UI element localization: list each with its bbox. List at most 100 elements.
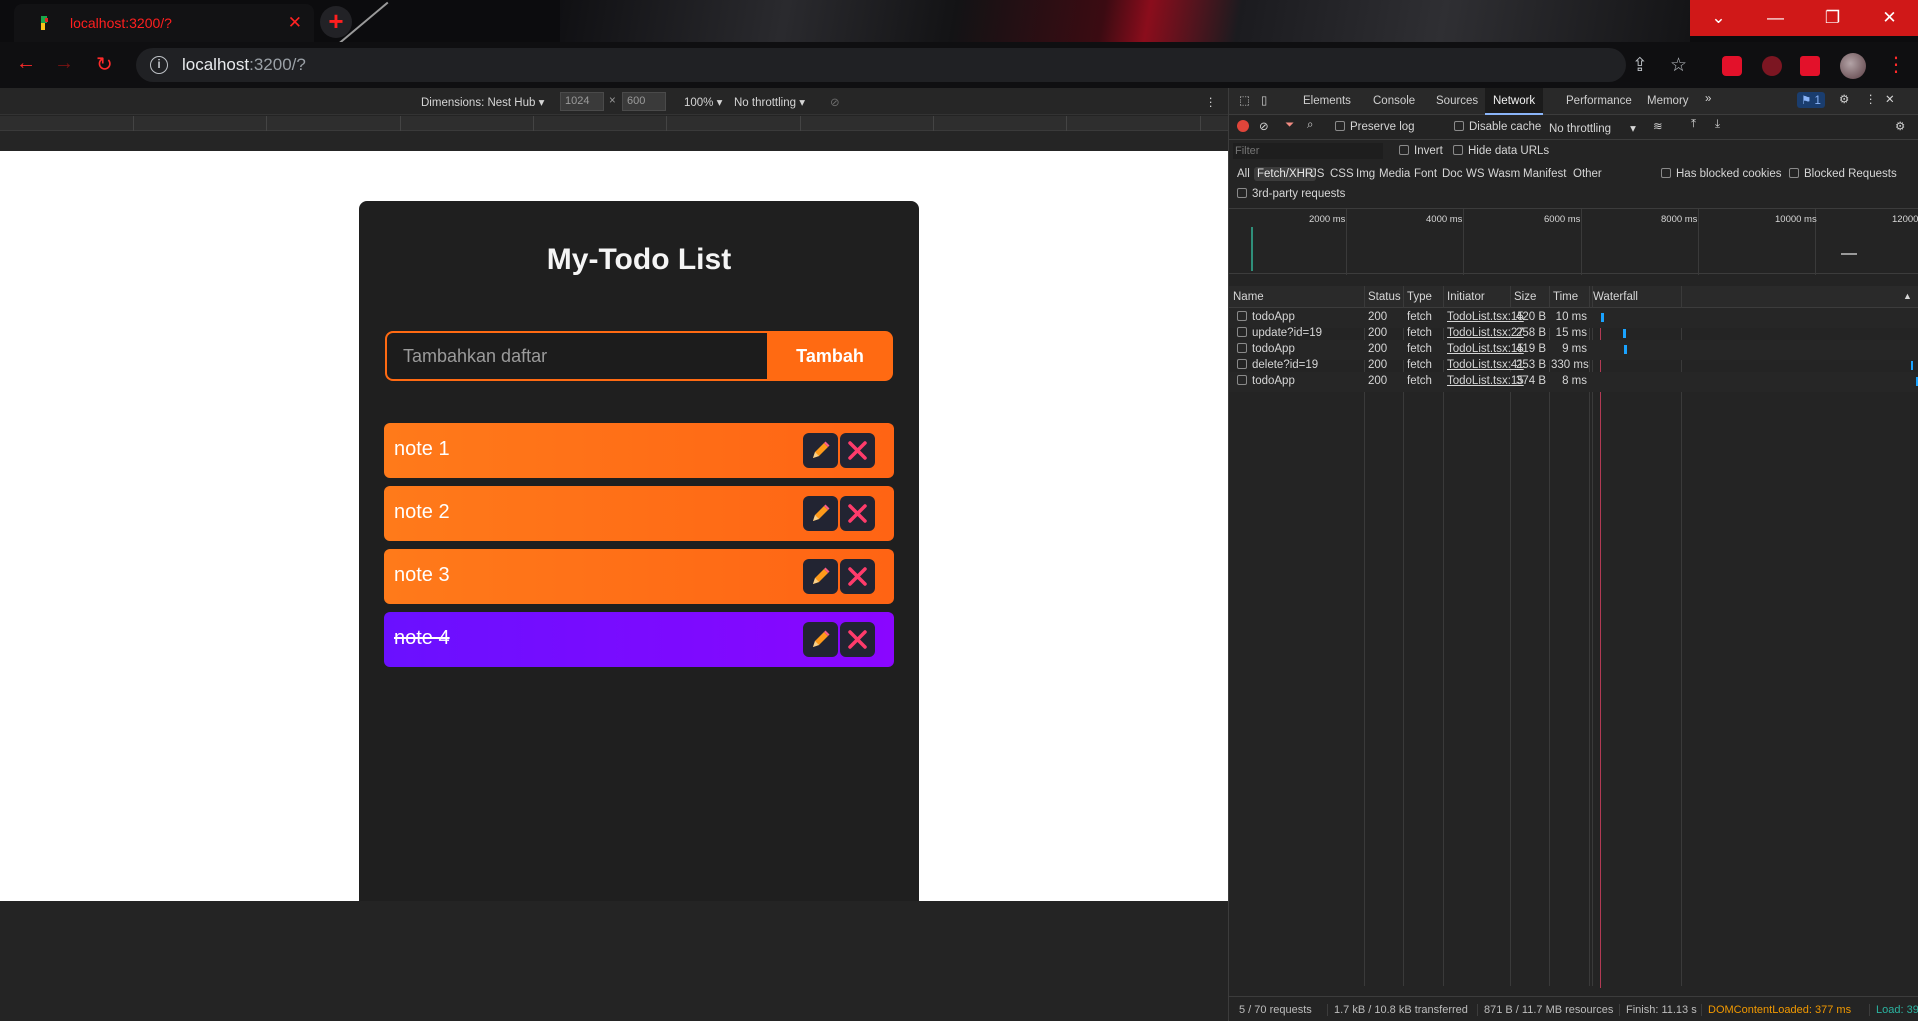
network-conditions-icon[interactable]: ≋ bbox=[1653, 119, 1663, 133]
clear-icon[interactable]: ⊘ bbox=[1259, 119, 1269, 133]
tab-performance[interactable]: Performance bbox=[1558, 88, 1640, 115]
has-blocked-cookies-checkbox[interactable]: Has blocked cookies bbox=[1661, 168, 1781, 180]
third-party-checkbox[interactable]: 3rd-party requests bbox=[1237, 188, 1345, 200]
omnibox[interactable]: i localhost:3200/? ⇪ ☆ bbox=[136, 48, 1687, 82]
new-tab-button[interactable]: + bbox=[320, 6, 352, 38]
tab-search-icon[interactable]: ⌄ bbox=[1690, 0, 1747, 36]
device-toolbar-icon[interactable]: ▯ bbox=[1261, 93, 1267, 107]
import-har-icon[interactable]: ⤒ bbox=[1691, 118, 1696, 131]
preserve-log-checkbox[interactable]: Preserve log bbox=[1335, 121, 1415, 133]
site-info-icon[interactable]: i bbox=[150, 56, 168, 74]
filter-icon[interactable]: ⏷ bbox=[1285, 119, 1294, 132]
back-icon[interactable]: ← bbox=[16, 52, 36, 75]
network-throttling-select[interactable]: No throttling ▾ bbox=[1549, 121, 1636, 135]
browser-menu-icon[interactable]: ⋮ bbox=[1886, 52, 1906, 77]
tab-console[interactable]: Console bbox=[1365, 88, 1423, 115]
more-tabs-icon[interactable]: » bbox=[1705, 93, 1711, 105]
disable-cache-checkbox[interactable]: Disable cache bbox=[1454, 121, 1541, 133]
settings-gear-icon[interactable]: ⚙ bbox=[1839, 92, 1849, 106]
bookmark-star-icon[interactable]: ☆ bbox=[1670, 54, 1687, 77]
extension-puzzle-icon[interactable] bbox=[1762, 56, 1782, 76]
type-filter-img[interactable]: Img bbox=[1353, 167, 1378, 181]
tab-network[interactable]: Network bbox=[1485, 88, 1544, 115]
network-settings-icon[interactable]: ⚙ bbox=[1895, 119, 1905, 133]
delete-button[interactable] bbox=[840, 622, 875, 657]
column-type[interactable]: Type bbox=[1407, 291, 1432, 303]
resource-type-filters: All Fetch/XHR JS CSS Img Media Font Doc … bbox=[1229, 162, 1918, 186]
todo-text[interactable]: note 1 bbox=[394, 438, 450, 461]
type-filter-wasm[interactable]: Wasm bbox=[1485, 167, 1523, 181]
column-time[interactable]: Time bbox=[1553, 291, 1578, 303]
export-har-icon[interactable]: ⤓ bbox=[1715, 118, 1720, 131]
request-size: 420 B bbox=[1515, 311, 1546, 323]
todo-text[interactable]: note 3 bbox=[394, 564, 450, 587]
blocked-requests-checkbox[interactable]: Blocked Requests bbox=[1789, 168, 1897, 180]
request-size: 253 B bbox=[1515, 359, 1546, 371]
type-filter-font[interactable]: Font bbox=[1411, 167, 1440, 181]
type-filter-manifest[interactable]: Manifest bbox=[1520, 167, 1569, 181]
type-filter-media[interactable]: Media bbox=[1376, 167, 1413, 181]
reload-icon[interactable]: ↻ bbox=[96, 52, 113, 77]
inspect-element-icon[interactable]: ⬚ bbox=[1239, 93, 1250, 107]
type-filter-ws[interactable]: WS bbox=[1463, 167, 1488, 181]
device-toolbar-more-icon[interactable]: ⋮ bbox=[1205, 95, 1217, 109]
filter-input[interactable] bbox=[1233, 143, 1383, 159]
edit-button[interactable] bbox=[803, 559, 838, 594]
type-filter-doc[interactable]: Doc bbox=[1439, 167, 1465, 181]
delete-button[interactable] bbox=[840, 559, 875, 594]
zoom-select[interactable]: 100% ▾ bbox=[684, 95, 722, 109]
type-filter-other[interactable]: Other bbox=[1570, 167, 1605, 181]
type-filter-fetch-xhr[interactable]: Fetch/XHR bbox=[1254, 167, 1317, 181]
devtools-close-icon[interactable]: ✕ bbox=[1885, 92, 1895, 106]
devtools-panel: ⬚ ▯ Elements Console Sources Network Per… bbox=[1228, 88, 1918, 1021]
delete-button[interactable] bbox=[840, 433, 875, 468]
close-window-icon[interactable]: ✕ bbox=[1861, 0, 1918, 36]
tab-close-icon[interactable]: ✕ bbox=[288, 13, 302, 33]
browser-tab[interactable]: localhost:3200/? ✕ bbox=[14, 4, 314, 42]
edit-button[interactable] bbox=[803, 622, 838, 657]
request-row[interactable]: todoApp 200 fetch TodoList.tsx:15 374 B … bbox=[1229, 372, 1918, 392]
column-status[interactable]: Status bbox=[1368, 291, 1401, 303]
todo-text[interactable]: note 2 bbox=[394, 501, 450, 524]
request-status: 200 bbox=[1368, 343, 1388, 355]
type-filter-all[interactable]: All bbox=[1234, 167, 1253, 181]
tab-memory[interactable]: Memory bbox=[1639, 88, 1697, 115]
todo-input[interactable] bbox=[385, 331, 767, 381]
column-waterfall[interactable]: Waterfall bbox=[1593, 291, 1638, 303]
overview-tick: 12000 bbox=[1892, 214, 1918, 225]
device-height-input[interactable]: 600 bbox=[622, 92, 666, 111]
edit-button[interactable] bbox=[803, 496, 838, 531]
rotate-icon[interactable]: ⊘ bbox=[830, 95, 840, 109]
add-todo-button[interactable]: Tambah bbox=[767, 331, 893, 381]
search-icon[interactable]: ⌕ bbox=[1307, 119, 1313, 132]
record-icon[interactable] bbox=[1237, 120, 1249, 132]
devtools-tabbar: ⬚ ▯ Elements Console Sources Network Per… bbox=[1229, 88, 1918, 115]
restore-icon[interactable]: ❐ bbox=[1804, 0, 1861, 36]
tab-sources[interactable]: Sources bbox=[1428, 88, 1486, 115]
hide-data-urls-checkbox[interactable]: Hide data URLs bbox=[1453, 145, 1549, 157]
column-initiator[interactable]: Initiator bbox=[1447, 291, 1485, 303]
forward-icon[interactable]: → bbox=[54, 52, 74, 75]
request-status: 200 bbox=[1368, 375, 1388, 387]
device-throttling-select[interactable]: No throttling ▾ bbox=[734, 95, 805, 109]
minimize-icon[interactable]: — bbox=[1747, 0, 1804, 36]
todo-text[interactable]: note 4 bbox=[394, 627, 450, 650]
devtools-more-icon[interactable]: ⋮ bbox=[1865, 92, 1877, 106]
device-width-input[interactable]: 1024 bbox=[560, 92, 604, 111]
edit-button[interactable] bbox=[803, 433, 838, 468]
pencil-icon bbox=[813, 567, 830, 584]
column-size[interactable]: Size bbox=[1514, 291, 1536, 303]
extension-icon[interactable] bbox=[1722, 56, 1742, 76]
share-icon[interactable]: ⇪ bbox=[1632, 54, 1648, 77]
profile-avatar[interactable] bbox=[1840, 53, 1866, 79]
invert-checkbox[interactable]: Invert bbox=[1399, 145, 1443, 157]
type-filter-js[interactable]: JS bbox=[1308, 167, 1327, 181]
sidepanel-icon[interactable] bbox=[1800, 56, 1820, 76]
delete-button[interactable] bbox=[840, 496, 875, 531]
column-name[interactable]: Name bbox=[1233, 291, 1264, 303]
pencil-icon bbox=[813, 441, 830, 458]
device-dimensions-select[interactable]: Dimensions: Nest Hub ▾ bbox=[421, 95, 544, 109]
sort-up-icon[interactable]: ▲ bbox=[1903, 291, 1912, 301]
issues-badge[interactable]: ⚑ 1 bbox=[1797, 92, 1825, 108]
tab-elements[interactable]: Elements bbox=[1295, 88, 1359, 115]
